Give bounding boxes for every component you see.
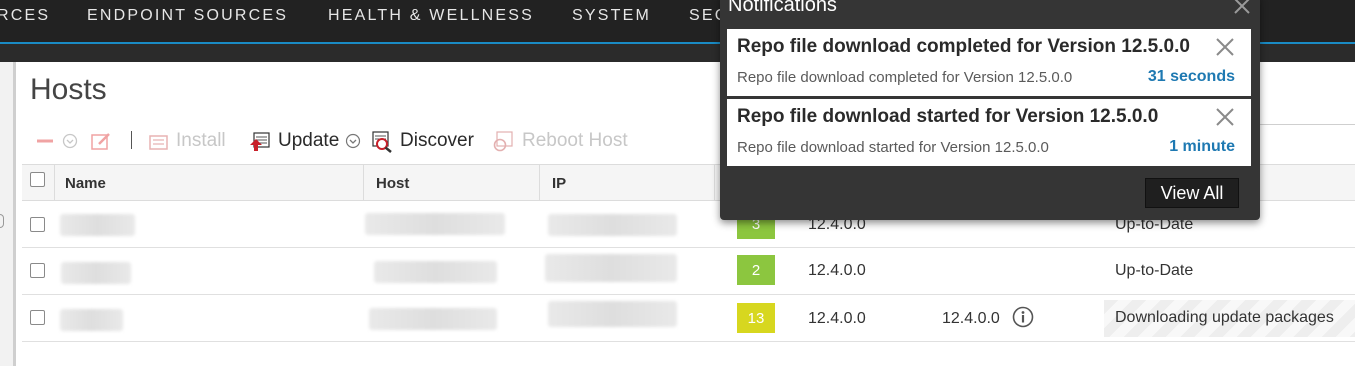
status-progress: Downloading update packages [1104,300,1355,337]
redacted-name [61,262,131,284]
nav-item-system[interactable]: SYSTEM [572,7,651,25]
redacted-host [374,261,497,283]
notification-item[interactable]: Repo file download started for Version 1… [727,99,1251,166]
column-header-host[interactable]: Host [376,175,409,192]
service-count-badge[interactable]: 2 [737,255,775,285]
edit-button[interactable] [90,128,118,154]
current-version: 12.4.0.0 [808,310,866,327]
redacted-ip [545,254,677,282]
table-row[interactable]: 13 12.4.0.0 12.4.0.0 Downloading update … [22,295,1355,342]
redacted-ip [548,301,677,327]
notification-time: 1 minute [1169,138,1235,155]
status-text: Up-to-Date [1115,262,1194,279]
column-header-name[interactable]: Name [65,175,106,192]
chevron-down-icon [62,133,78,149]
service-count-badge[interactable]: 13 [737,303,775,333]
notification-time: 31 seconds [1147,68,1235,85]
update-icon [250,132,270,151]
left-panel-splitter[interactable] [13,62,16,366]
row-checkbox[interactable] [30,263,45,278]
minus-icon [37,139,53,143]
column-divider [54,165,55,201]
row-checkbox[interactable] [30,310,45,325]
redacted-name [60,214,135,236]
delete-button[interactable] [37,128,59,154]
collapse-handle[interactable] [0,214,4,228]
column-header-ip[interactable]: IP [552,175,566,192]
install-button[interactable]: Install [148,128,226,154]
nav-item-sources[interactable]: RCES [0,7,50,25]
info-icon[interactable] [1012,306,1034,328]
redacted-ip [548,214,677,236]
update-version: 12.4.0.0 [942,310,1000,327]
select-all-checkbox[interactable] [30,172,45,187]
toolbar-divider [131,131,132,149]
update-button[interactable]: Update [248,128,367,154]
notification-item[interactable]: Repo file download completed for Version… [727,29,1251,96]
reboot-icon [493,131,513,152]
status-text: Downloading update packages [1115,309,1334,326]
redacted-host [365,213,505,235]
notification-message: Repo file download completed for Version… [737,69,1073,86]
page-title: Hosts [30,73,107,106]
chevron-down-icon[interactable] [345,133,361,149]
update-label: Update [278,130,340,151]
redacted-host [369,308,497,330]
column-divider [714,165,715,201]
redacted-name [60,309,123,331]
discover-icon [372,131,392,153]
edit-icon [91,133,110,150]
row-checkbox[interactable] [30,217,45,232]
nav-item-health-wellness[interactable]: HEALTH & WELLNESS [328,7,534,25]
notification-message: Repo file download started for Version 1… [737,139,1049,156]
dismiss-icon[interactable] [1215,107,1235,127]
notifications-title: Notifications [728,0,837,16]
notifications-panel: Notifications Repo file download complet… [720,0,1260,220]
column-divider [363,165,364,201]
close-icon[interactable] [1231,0,1253,17]
install-label: Install [176,130,226,151]
notification-title: Repo file download started for Version 1… [737,106,1159,127]
column-divider [539,165,540,201]
more-actions-dropdown[interactable] [62,128,84,154]
table-row[interactable]: 2 12.4.0.0 Up-to-Date [22,248,1355,295]
discover-button[interactable]: Discover [370,128,474,154]
reboot-host-button[interactable]: Reboot Host [492,128,628,154]
view-all-button[interactable]: View All [1145,178,1239,208]
dismiss-icon[interactable] [1215,37,1235,57]
reboot-label: Reboot Host [522,130,628,151]
notification-title: Repo file download completed for Version… [737,36,1190,57]
filter-field-underline [1260,124,1355,125]
install-icon [149,135,168,150]
discover-label: Discover [400,130,474,151]
nav-item-endpoint-sources[interactable]: ENDPOINT SOURCES [87,7,288,25]
current-version: 12.4.0.0 [808,262,866,279]
